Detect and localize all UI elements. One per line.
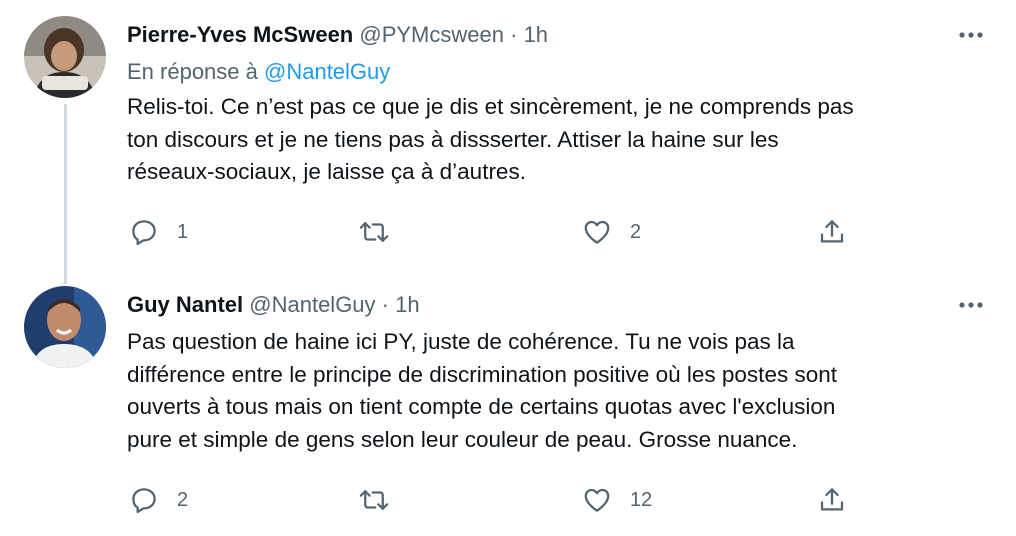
like-button[interactable]: 2 [582,212,641,252]
thread-connector-line [64,104,67,284]
tweet-actions: 1 2 [127,212,867,252]
share-button[interactable] [817,212,847,252]
more-options-button[interactable] [956,20,986,50]
tweet-text: Pas question de haine ici PY, juste de c… [127,329,837,453]
retweet-button[interactable] [357,212,409,252]
reply-count: 1 [177,220,189,243]
reply-context: En réponse à @NantelGuy [127,57,390,87]
reply-prefix: En réponse à [127,59,258,84]
tweet[interactable]: Guy Nantel @NantelGuy · 1h Pas question … [0,270,1016,536]
reply-button[interactable]: 1 [129,212,188,252]
like-icon [582,485,612,515]
user-handle[interactable]: @NantelGuy [249,292,375,317]
more-options-button[interactable] [956,290,986,320]
display-name[interactable]: Pierre-Yves McSween [127,22,353,47]
display-name[interactable]: Guy Nantel [127,292,243,317]
retweet-button[interactable] [357,480,409,520]
more-icon [958,26,984,44]
reply-button[interactable]: 2 [129,480,188,520]
retweet-icon [357,485,391,515]
retweet-icon [357,217,391,247]
reply-icon [129,217,159,247]
tweet-header: Pierre-Yves McSween @PYMcsween · 1h [127,20,548,50]
share-button[interactable] [817,480,847,520]
user-handle[interactable]: @PYMcsween [359,22,504,47]
reply-icon [129,485,159,515]
like-button[interactable]: 12 [582,480,652,520]
tweet-text: Relis-toi. Ce n’est pas ce que je dis et… [127,94,854,185]
tweet-header: Guy Nantel @NantelGuy · 1h [127,290,420,320]
reply-count: 2 [177,488,189,511]
share-icon [817,485,847,515]
like-icon [582,217,612,247]
tweet-actions: 2 12 [127,480,867,520]
avatar[interactable] [24,286,106,368]
share-icon [817,217,847,247]
separator-dot: · [510,22,518,47]
tweet[interactable]: Pierre-Yves McSween @PYMcsween · 1h En r… [0,0,1016,284]
timestamp[interactable]: 1h [395,292,419,317]
like-count: 12 [630,488,653,511]
like-count: 2 [630,220,642,243]
timestamp[interactable]: 1h [524,22,548,47]
reply-mention-link[interactable]: @NantelGuy [264,59,390,84]
more-icon [958,296,984,314]
separator-dot: · [381,292,389,317]
avatar[interactable] [24,16,106,98]
